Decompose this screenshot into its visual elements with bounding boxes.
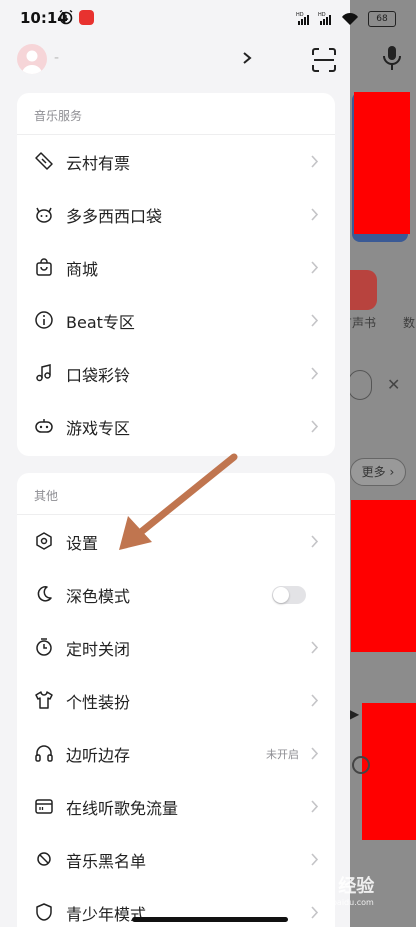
chevron-right-icon: [311, 800, 319, 813]
menu-item-label: 音乐黑名单: [66, 852, 147, 871]
home-indicator[interactable]: [132, 917, 288, 922]
menu-item-label: 定时关闭: [66, 640, 131, 659]
status-text: 未开启: [266, 748, 299, 761]
info-circle-icon: [35, 311, 53, 329]
username[interactable]: -: [54, 50, 59, 66]
menu-item-free-data[interactable]: 在线听歌免流量: [17, 780, 335, 833]
headphones-icon: [35, 745, 53, 762]
menu-item-sleep-timer[interactable]: 定时关闭: [17, 621, 335, 674]
section-title: 音乐服务: [34, 109, 83, 123]
redaction-block: [354, 92, 410, 234]
battery-indicator: 68: [368, 11, 396, 27]
menu-item-label: Beat专区: [66, 313, 135, 332]
menu-item-cloud-tickets[interactable]: 云村有票: [17, 135, 335, 188]
tshirt-icon: [35, 691, 53, 709]
menu-item-listen-and-save[interactable]: 边听边存 未开启: [17, 727, 335, 780]
svg-text:HD: HD: [318, 12, 326, 18]
shield-icon: [36, 903, 52, 921]
sim-card-icon: [35, 799, 53, 814]
loading-icon: [352, 756, 370, 774]
watermark-url: jingyan.baidu.com: [300, 898, 374, 907]
more-button[interactable]: 更多 ›: [350, 458, 406, 486]
chevron-right-icon: [311, 367, 319, 380]
shopping-bag-icon: [36, 258, 52, 276]
block-icon: [37, 852, 51, 866]
menu-item-settings[interactable]: 设置: [17, 515, 335, 568]
menu-item-label: 游戏专区: [66, 419, 131, 438]
netease-music-icon: [79, 10, 94, 25]
music-note-icon: [36, 364, 51, 382]
voice-search-icon[interactable]: [380, 44, 404, 72]
menu-item-mall[interactable]: 商城: [17, 241, 335, 294]
menu-item-duoduo-pocket[interactable]: 多多西西口袋: [17, 188, 335, 241]
side-drawer: 10:14 - 音乐服务 云村有票 多多西西口袋 商城 Beat专区 口袋彩铃 …: [0, 0, 350, 927]
redaction-block: [351, 500, 416, 652]
menu-item-beat-zone[interactable]: Beat专区: [17, 294, 335, 347]
digital-label: 数: [403, 316, 416, 330]
moon-icon: [37, 586, 52, 602]
menu-item-dark-mode[interactable]: 深色模式: [17, 568, 335, 621]
chevron-right-icon: [311, 155, 319, 168]
menu-item-label: 在线听歌免流量: [66, 799, 179, 818]
play-icon[interactable]: ▶: [350, 707, 359, 721]
chevron-right-icon: [311, 853, 319, 866]
svg-text:HD: HD: [296, 12, 304, 18]
chevron-right-icon: [311, 420, 319, 433]
chevron-right-icon: [311, 261, 319, 274]
watermark: Bai 经验: [300, 876, 375, 897]
section-title: 其他: [34, 489, 59, 503]
menu-item-label: 多多西西口袋: [66, 207, 163, 226]
chevron-right-icon: [311, 906, 319, 919]
menu-item-label: 口袋彩铃: [66, 366, 131, 385]
scan-icon[interactable]: [311, 47, 337, 73]
menu-item-label: 个性装扮: [66, 693, 131, 712]
signal-wifi-icon: HD HD: [296, 12, 358, 25]
chevron-right-icon: [311, 747, 319, 760]
ticket-icon: [35, 152, 53, 170]
gamepad-icon: [35, 419, 53, 433]
profile-header: -: [0, 38, 350, 82]
chevron-right-icon: [311, 694, 319, 707]
chevron-right-icon: [311, 208, 319, 221]
other-card: 其他 设置 深色模式 定时关闭 个性装扮 边听边存 未开启 在线听歌免流量 音乐…: [17, 473, 335, 927]
toggle-knob: [273, 587, 289, 603]
menu-item-label: 云村有票: [66, 154, 131, 173]
timer-icon: [36, 638, 52, 656]
menu-item-label: 商城: [66, 260, 99, 279]
creature-icon: [36, 207, 52, 223]
redaction-block: [362, 703, 416, 840]
chevron-right-icon: [311, 641, 319, 654]
alarm-icon: [59, 9, 73, 25]
more-button-label: 更多: [361, 465, 386, 479]
menu-item-label: 深色模式: [66, 587, 131, 606]
avatar[interactable]: [17, 44, 47, 74]
menu-item-label: 设置: [66, 534, 99, 553]
menu-item-pocket-ringtone[interactable]: 口袋彩铃: [17, 347, 335, 400]
settings-hexagon-icon: [36, 532, 52, 550]
menu-item-label: 边听边存: [66, 746, 131, 765]
menu-item-music-blacklist[interactable]: 音乐黑名单: [17, 833, 335, 886]
dark-mode-toggle[interactable]: [272, 586, 306, 604]
menu-item-game-zone[interactable]: 游戏专区: [17, 400, 335, 453]
close-icon[interactable]: ✕: [387, 375, 400, 394]
music-services-card: 音乐服务 云村有票 多多西西口袋 商城 Beat专区 口袋彩铃 游戏专区: [17, 93, 335, 456]
menu-item-personalize[interactable]: 个性装扮: [17, 674, 335, 727]
collapse-pill[interactable]: [348, 370, 372, 400]
chevron-right-icon[interactable]: [240, 47, 254, 69]
chevron-right-icon: [311, 314, 319, 327]
chevron-right-icon: [311, 535, 319, 548]
